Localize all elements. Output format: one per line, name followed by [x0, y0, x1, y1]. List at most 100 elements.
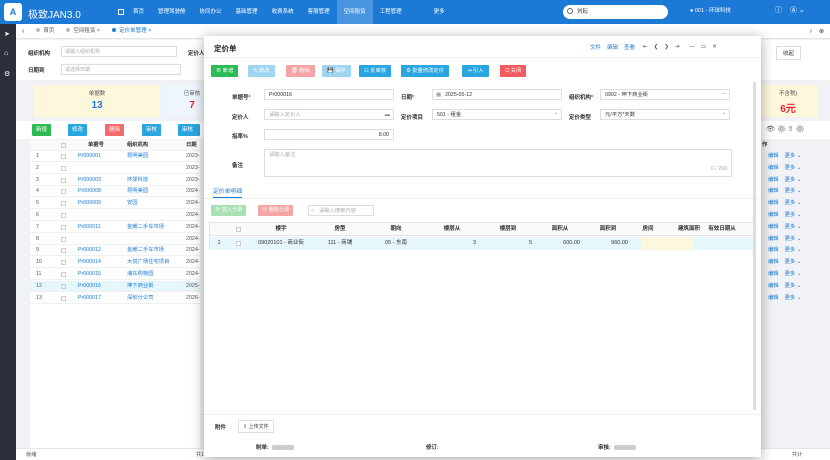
list-delete-button[interactable]: 删除: [105, 124, 125, 136]
filter-org-input[interactable]: 请输入组织机构: [61, 46, 177, 57]
table-row[interactable]: 2 2023-: [30, 163, 200, 174]
nav-item-more[interactable]: 更多: [427, 0, 452, 24]
remark-textarea[interactable]: 请输入备注 0 / 200: [264, 149, 732, 177]
more-link[interactable]: 更多: [785, 236, 796, 242]
detail-select-all-checkbox[interactable]: [236, 227, 241, 232]
filter-date-input[interactable]: 请选择日期: [61, 64, 181, 75]
table-row[interactable]: 7 Pr000011 金耀二手车市场 2024-: [30, 222, 200, 233]
more-link[interactable]: 更多: [785, 212, 796, 218]
edit-link[interactable]: 编辑: [768, 236, 779, 242]
cell-floor-to[interactable]: 5: [480, 237, 536, 250]
menu-edit[interactable]: 编辑: [607, 43, 618, 51]
list-audit-button[interactable]: 审核: [142, 124, 162, 136]
more-link[interactable]: 更多: [785, 177, 796, 183]
edit-link[interactable]: 编辑: [768, 212, 779, 218]
doc-no-input[interactable]: Pr000016: [264, 89, 394, 100]
edit-link[interactable]: 编辑: [768, 165, 779, 171]
pricing-type-select[interactable]: 元/平方*天数: [600, 108, 730, 120]
dialog-batch-edit-button[interactable]: ⚙ 批量修改定价: [401, 65, 450, 77]
nav-item-engineering[interactable]: 工程管理: [373, 0, 409, 24]
menu-file[interactable]: 文件: [590, 43, 601, 51]
more-link[interactable]: 更多: [785, 165, 796, 171]
table-row[interactable]: 5 Pr000009 安园 2024-: [30, 198, 200, 210]
row-checkbox[interactable]: [61, 248, 66, 254]
detail-search-input[interactable]: ○ 请输入搜索内容: [308, 205, 374, 216]
collapse-button[interactable]: 收起: [776, 46, 802, 60]
table-row[interactable]: 8 2024-: [30, 234, 200, 245]
global-search-input[interactable]: 刘耘: [563, 5, 668, 19]
row-checkbox[interactable]: [236, 241, 241, 246]
more-link[interactable]: 更多: [785, 247, 796, 253]
app-logo[interactable]: A: [4, 3, 22, 21]
nav-item-leasing[interactable]: 空间租赁: [336, 0, 373, 24]
apps-grid-icon[interactable]: [118, 9, 124, 15]
table-row[interactable]: 13 Pr000017 深圳分公司 2026-: [30, 293, 200, 304]
edit-link[interactable]: 编辑: [768, 200, 779, 206]
more-link[interactable]: 更多: [785, 188, 796, 194]
dialog-import-button[interactable]: ⇥ 引入: [462, 65, 489, 77]
table-row[interactable]: 3 Pr000003 环球科技 2023-: [30, 175, 200, 186]
nav-item-basic[interactable]: 基础管理: [229, 0, 265, 24]
row-checkbox[interactable]: [61, 272, 66, 277]
more-link[interactable]: 更多: [785, 259, 796, 265]
send-icon[interactable]: ➤: [4, 30, 12, 38]
edit-link[interactable]: 编辑: [768, 247, 779, 253]
prev-record-icon[interactable]: ❮: [654, 44, 659, 50]
more-link[interactable]: 更多: [785, 224, 796, 230]
date-input[interactable]: ▦ 2025-05-12: [432, 89, 562, 100]
list-edit-button[interactable]: 修改: [68, 124, 88, 136]
cell-area-from[interactable]: 600.00: [536, 237, 584, 250]
row-checkbox[interactable]: [61, 201, 66, 207]
list-add-button[interactable]: 新增: [32, 124, 52, 136]
edit-link[interactable]: 编辑: [768, 283, 779, 289]
table-row[interactable]: 9 Pr000012 金耀二手车市场 2024-: [30, 245, 200, 257]
next-record-icon[interactable]: ❯: [664, 44, 669, 50]
last-record-icon[interactable]: ⇥: [675, 44, 680, 50]
more-link[interactable]: 更多: [785, 153, 796, 159]
cell-orientation[interactable]: 05 - 东南: [368, 237, 424, 250]
row-checkbox[interactable]: [61, 224, 66, 230]
row-checkbox[interactable]: [61, 295, 66, 301]
nav-item-dashboard[interactable]: 管理驾驶舱: [151, 0, 193, 24]
dialog-scrollbar[interactable]: [753, 82, 756, 410]
nav-item-home[interactable]: 首页: [126, 0, 151, 24]
dialog-unaudit-button[interactable]: ☷ 反审核: [359, 65, 392, 77]
dialog-close-button[interactable]: ⏻ 关闭: [500, 65, 527, 77]
tabs-close-icon[interactable]: ⊗: [819, 28, 824, 35]
row-checkbox[interactable]: [61, 177, 66, 183]
tab-leasing[interactable]: 空间租赁 ×: [60, 24, 106, 39]
help-icon[interactable]: ⓘ: [775, 7, 782, 14]
more-link[interactable]: 更多: [785, 271, 796, 277]
cell-build-area[interactable]: [641, 237, 693, 250]
maximize-icon[interactable]: ▭: [701, 44, 706, 50]
cell-floor-from[interactable]: 3: [424, 237, 480, 250]
upload-button[interactable]: ⇪ 上传文件: [238, 420, 274, 433]
org-select[interactable]: 0902 - 坤下商业街: [600, 88, 730, 100]
dialog-add-button[interactable]: ⊕ 新增: [211, 65, 239, 77]
edit-link[interactable]: 编辑: [768, 271, 779, 277]
edit-link[interactable]: 编辑: [768, 153, 779, 159]
table-row[interactable]: 12 Pr000016 坤下商业街 2025-: [30, 280, 200, 292]
org-selector[interactable]: ● 001 - 环球科技: [690, 6, 731, 14]
row-checkbox[interactable]: [61, 283, 66, 289]
nav-item-office[interactable]: 协同办公: [193, 0, 229, 24]
edit-link[interactable]: 编辑: [768, 188, 779, 194]
row-checkbox[interactable]: [61, 189, 66, 195]
edit-link[interactable]: 编辑: [768, 295, 779, 301]
pricing-item-select[interactable]: 501 - 租金: [432, 108, 562, 120]
detail-section-tab[interactable]: 定价单明细: [213, 186, 242, 198]
menu-view[interactable]: 查看: [624, 43, 635, 51]
user-avatar[interactable]: Ⓐ ⌄: [790, 7, 805, 14]
first-record-icon[interactable]: ⇤: [643, 44, 648, 50]
table-row[interactable]: 1 Pr000001 昆明美园 2023-: [30, 151, 200, 162]
row-checkbox[interactable]: [61, 165, 66, 171]
row-checkbox[interactable]: [61, 213, 66, 218]
settings-icon[interactable]: ⚙: [4, 70, 12, 78]
tab-home[interactable]: 首页: [30, 24, 60, 39]
table-row[interactable]: 6 2024-: [30, 210, 200, 221]
tabs-back-icon[interactable]: ‹: [16, 28, 30, 35]
row-checkbox[interactable]: [61, 154, 66, 159]
edit-link[interactable]: 编辑: [768, 224, 779, 230]
discount-input[interactable]: 8.00: [264, 129, 394, 140]
table-row[interactable]: 4 Pr000008 昆明美园 2024-: [30, 186, 200, 198]
